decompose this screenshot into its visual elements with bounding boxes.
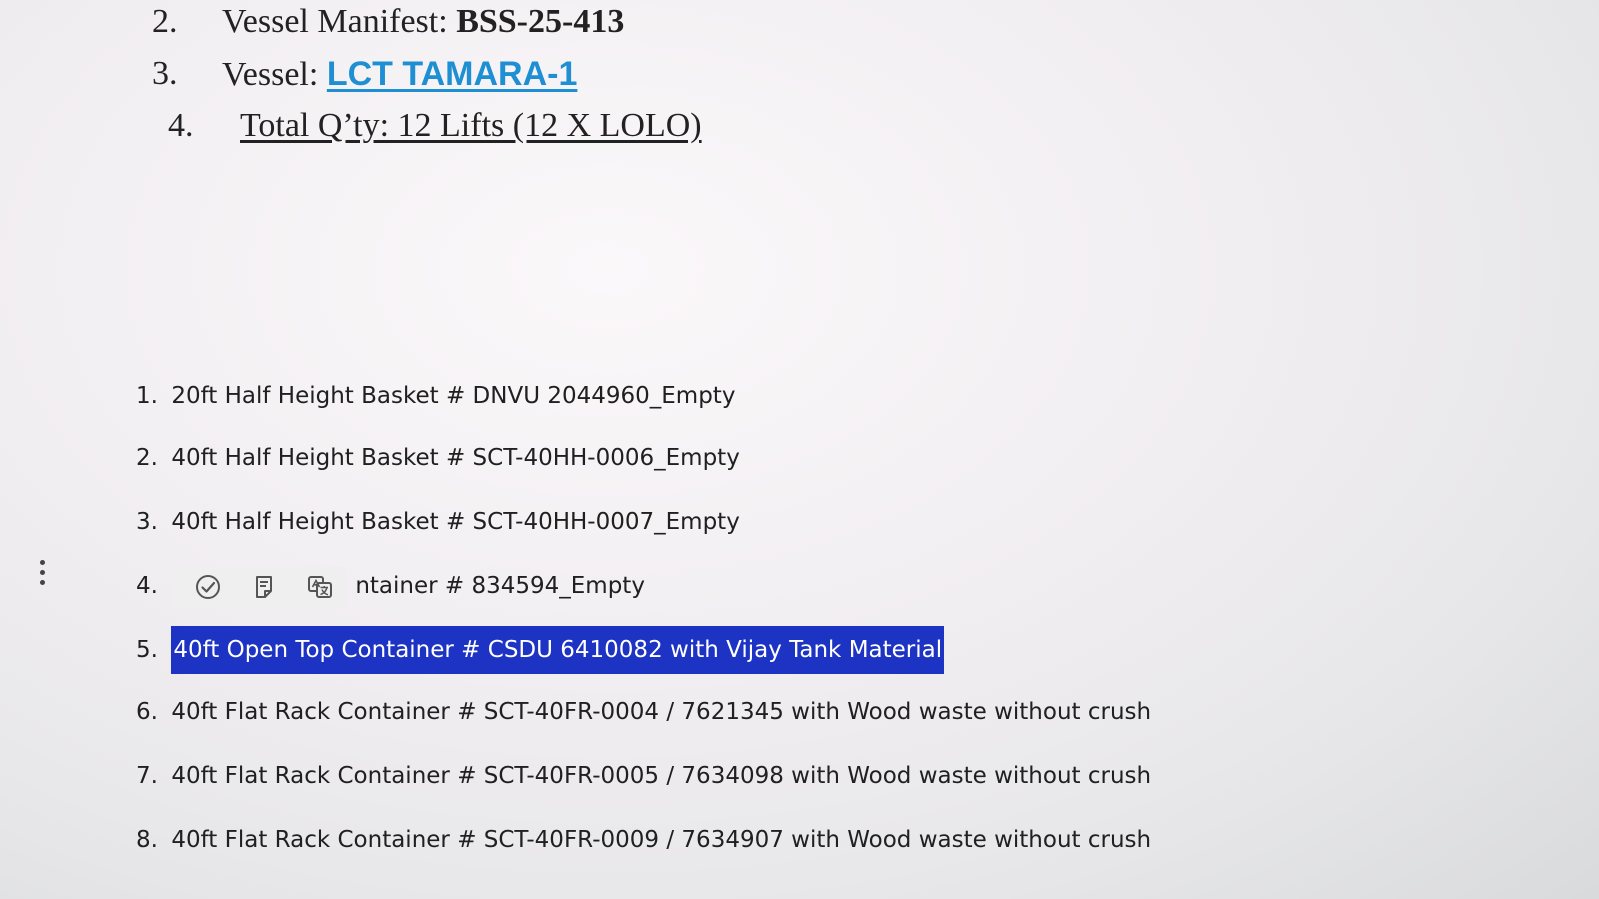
header-line-number: 2. (152, 3, 178, 40)
list-item-text: 40ft Flat Rack Container # SCT-40FR-0004… (171, 699, 1152, 725)
header-line-number: 3. (152, 55, 178, 92)
list-item[interactable]: 7. 40ft Flat Rack Container # SCT-40FR-0… (136, 754, 1151, 798)
translate-icon[interactable] (303, 570, 337, 604)
list-item-number: 4. (136, 573, 158, 599)
list-item-text: ntainer # 834594_Empty (355, 573, 645, 599)
vessel-link[interactable]: LCT TAMARA-1 (327, 55, 578, 93)
list-item[interactable]: 3. 40ft Half Height Basket # SCT-40HH-00… (136, 500, 740, 544)
list-item[interactable]: 6. 40ft Flat Rack Container # SCT-40FR-0… (136, 690, 1151, 734)
manifest-label: Vessel Manifest: (222, 3, 457, 40)
list-item-number: 1. (136, 383, 158, 409)
list-item[interactable]: 4. ntainer # 834594_Empty (136, 564, 645, 608)
note-icon[interactable] (247, 570, 281, 604)
list-item-text: 40ft Flat Rack Container # SCT-40FR-0009… (171, 827, 1152, 853)
list-item[interactable]: 1. 20ft Half Height Basket # DNVU 204496… (136, 374, 735, 418)
list-item-number: 5. (136, 637, 158, 663)
selected-text[interactable]: 40ft Open Top Container # CSDU 6410082 w… (171, 626, 945, 674)
list-item[interactable]: 8. 40ft Flat Rack Container # SCT-40FR-0… (136, 818, 1151, 862)
list-item[interactable]: 2. 40ft Half Height Basket # SCT-40HH-00… (136, 436, 740, 480)
vessel-text: Vessel: LCT TAMARA-1 (222, 54, 577, 95)
vessel-label: Vessel: (222, 56, 327, 93)
list-item-text: 40ft Half Height Basket # SCT-40HH-0006_… (171, 445, 740, 471)
total-qty-text: Total Q’ty: 12 Lifts (12 X LOLO) (240, 107, 702, 144)
check-circle-icon[interactable] (191, 570, 225, 604)
floating-toolbar (171, 566, 348, 607)
list-item-text: 20ft Half Height Basket # DNVU 2044960_E… (171, 383, 736, 409)
document-header: 2. Vessel Manifest: BSS-25-413 3. Vessel… (0, 0, 900, 160)
list-item-number: 6. (136, 699, 158, 725)
list-item[interactable]: 5. 40ft Open Top Container # CSDU 641008… (136, 626, 945, 674)
manifest-text: Vessel Manifest: BSS-25-413 (222, 2, 624, 42)
list-item-text: 40ft Flat Rack Container # SCT-40FR-0005… (171, 763, 1152, 789)
list-item-number: 2. (136, 445, 158, 471)
more-options-icon[interactable] (36, 560, 48, 590)
list-item-text: 40ft Half Height Basket # SCT-40HH-0007_… (171, 509, 740, 535)
list-item-number: 8. (136, 827, 158, 853)
manifest-number: BSS-25-413 (456, 3, 625, 40)
list-item-number: 7. (136, 763, 158, 789)
list-item-number: 3. (136, 509, 158, 535)
header-line-number: 4. (168, 107, 194, 144)
